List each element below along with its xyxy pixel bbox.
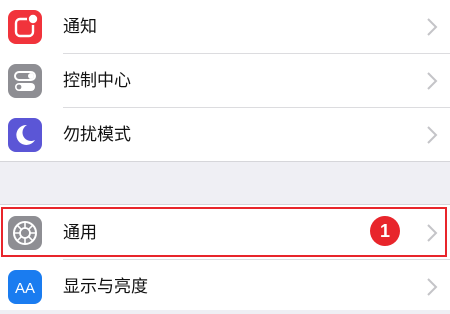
chevron-right-icon xyxy=(426,223,438,243)
chevron-right-icon xyxy=(426,125,438,145)
moon-icon xyxy=(8,118,42,152)
settings-row-display-brightness[interactable]: AA 显示与亮度 xyxy=(0,260,450,314)
chevron-right-icon xyxy=(426,277,438,297)
display-icon: AA xyxy=(8,270,42,304)
settings-row-label: 显示与亮度 xyxy=(63,277,148,297)
chevron-right-icon xyxy=(426,71,438,91)
group-divider xyxy=(0,204,450,205)
settings-row-control-center[interactable]: 控制中心 xyxy=(0,54,450,108)
settings-group-top: 通知 控制中心 勿扰模式 xyxy=(0,0,450,162)
settings-row-label: 勿扰模式 xyxy=(63,125,131,145)
chevron-right-icon xyxy=(426,17,438,37)
settings-row-notifications[interactable]: 通知 xyxy=(0,0,450,54)
settings-row-label: 通用 xyxy=(63,223,97,243)
step-badge: 1 xyxy=(370,216,400,246)
gear-icon xyxy=(8,216,42,250)
settings-row-label: 通知 xyxy=(63,17,97,37)
settings-row-label: 控制中心 xyxy=(63,71,131,91)
notifications-icon xyxy=(8,10,42,44)
settings-row-do-not-disturb[interactable]: 勿扰模式 xyxy=(0,108,450,162)
control-center-icon xyxy=(8,64,42,98)
svg-text:AA: AA xyxy=(15,280,35,297)
